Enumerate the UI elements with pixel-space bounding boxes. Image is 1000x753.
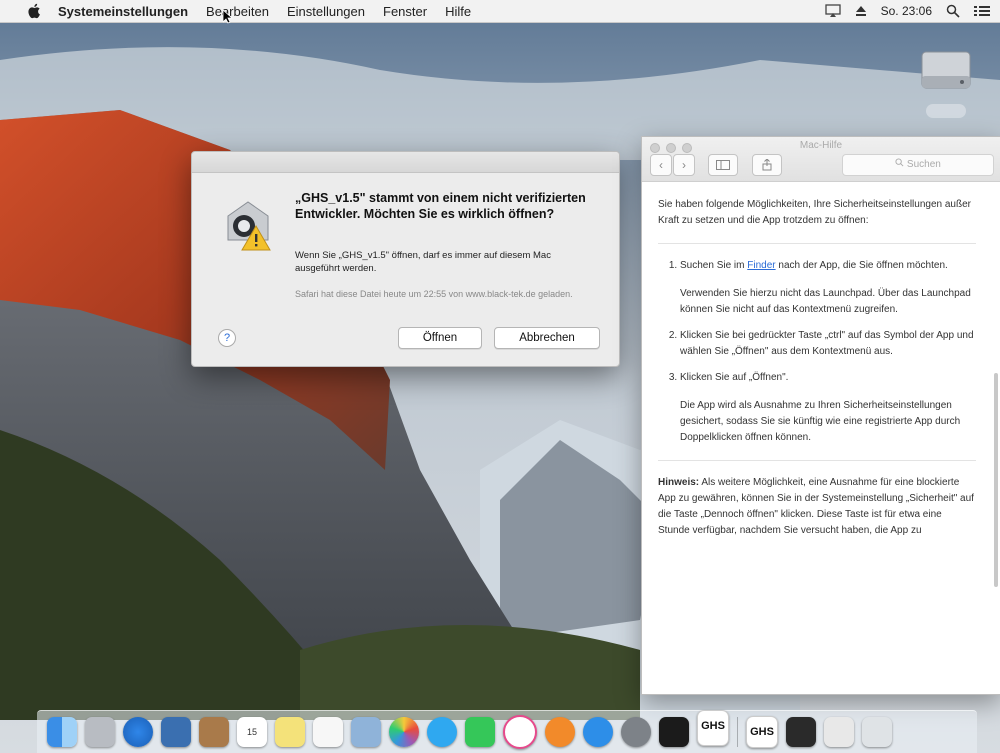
alert-download-source: Safari hat diese Datei heute um 22:55 vo… (295, 289, 573, 299)
messages-icon[interactable] (427, 717, 457, 747)
security-warning-icon (227, 201, 271, 251)
launchpad-icon[interactable] (85, 717, 115, 747)
finder-link[interactable]: Finder (747, 260, 775, 271)
finder-icon[interactable] (47, 717, 77, 747)
menu-app-name[interactable]: Systemeinstellungen (58, 4, 188, 19)
open-button[interactable]: Öffnen (398, 327, 482, 349)
search-placeholder: Suchen (906, 159, 941, 170)
alert-titlebar[interactable] (192, 152, 619, 173)
help-intro: Sie haben folgende Möglichkeiten, Ihre S… (658, 199, 971, 226)
dock-separator (737, 717, 738, 747)
app-store-icon[interactable] (583, 717, 613, 747)
menu-item-bearbeiten[interactable]: Bearbeiten (206, 4, 269, 19)
menu-item-hilfe[interactable]: Hilfe (445, 4, 471, 19)
maps-icon[interactable] (351, 717, 381, 747)
help-note: Hinweis: Als weitere Möglichkeit, eine A… (658, 475, 976, 539)
menu-clock[interactable]: So. 23:06 (881, 4, 932, 18)
photos-icon[interactable] (389, 717, 419, 747)
menu-extras: So. 23:06 (824, 0, 990, 22)
terminal-icon[interactable] (659, 717, 689, 747)
help-step: Klicken Sie bei gedrückter Taste „ctrl" … (680, 328, 976, 360)
menu-item-fenster[interactable]: Fenster (383, 4, 427, 19)
notification-center-icon[interactable] (974, 5, 990, 17)
mail-icon[interactable] (161, 717, 191, 747)
help-step: Suchen Sie im Finder nach der App, die S… (680, 258, 976, 318)
notes-icon[interactable] (275, 717, 305, 747)
system-preferences-icon[interactable] (621, 717, 651, 747)
share-button[interactable] (752, 154, 782, 176)
help-search-field[interactable]: Suchen (842, 154, 994, 176)
airplay-display-icon[interactable] (824, 4, 841, 18)
ghs-download-icon[interactable]: GHS (746, 716, 778, 748)
reminders-icon[interactable] (313, 717, 343, 747)
help-article: Sie haben folgende Möglichkeiten, Ihre S… (658, 197, 976, 547)
share-icon (762, 158, 772, 171)
divider (658, 243, 976, 244)
unverified-developer-alert: „GHS_v1.5" stammt von einem nicht verifi… (191, 151, 620, 367)
mouse-cursor-icon (223, 10, 233, 24)
back-button[interactable]: ‹ (650, 154, 672, 176)
alert-info-text: Wenn Sie „GHS_v1.5" öffnen, darf es imme… (295, 250, 551, 274)
alert-heading: „GHS_v1.5" stammt von einem nicht verifi… (295, 191, 586, 221)
window-preview-icon[interactable] (786, 717, 816, 747)
note-text: Als weitere Möglichkeit, eine Ausnahme f… (658, 477, 974, 536)
help-scrollbar[interactable] (994, 373, 998, 587)
cancel-button[interactable]: Abbrechen (494, 327, 600, 349)
help-steps: Suchen Sie im Finder nach der App, die S… (658, 258, 976, 446)
contacts-icon[interactable] (199, 717, 229, 747)
help-toolbar: Mac-Hilfe ‹ › Suchen (642, 137, 1000, 182)
spotlight-search-icon[interactable] (946, 4, 960, 18)
step1-text-pre: Suchen Sie im (680, 260, 748, 271)
itunes-icon[interactable] (503, 715, 537, 749)
step1-note: Verwenden Sie hierzu nicht das Launchpad… (680, 288, 971, 315)
menu-bar: Systemeinstellungen Bearbeiten Einstellu… (0, 0, 1000, 23)
help-window-title: Mac-Hilfe (799, 140, 843, 151)
dock: 15 GHS GHS (37, 710, 977, 753)
note-label: Hinweis: (658, 477, 700, 488)
search-icon (895, 158, 904, 167)
step3-note: Die App wird als Ausnahme zu Ihren Siche… (680, 400, 961, 443)
step1-text-post: nach der App, die Sie öffnen möchten. (775, 260, 948, 271)
safari-icon[interactable] (123, 717, 153, 747)
ibooks-icon[interactable] (545, 717, 575, 747)
mac-help-window: Mac-Hilfe ‹ › Suchen Sie haben folgende … (641, 136, 1000, 695)
ghs-app-icon[interactable]: GHS (697, 710, 729, 746)
document-stack-icon[interactable] (824, 717, 854, 747)
help-button[interactable]: ? (218, 329, 236, 347)
forward-button[interactable]: › (673, 154, 695, 176)
step3-text: Klicken Sie auf „Öffnen". (680, 372, 789, 383)
help-step: Klicken Sie auf „Öffnen". Die App wird a… (680, 370, 976, 446)
trash-icon[interactable] (862, 717, 892, 747)
sidebar-icon (716, 160, 730, 170)
eject-icon[interactable] (855, 5, 867, 17)
apple-menu-icon[interactable] (26, 3, 44, 19)
calendar-icon[interactable]: 15 (237, 717, 267, 747)
hard-drive-label (926, 104, 966, 118)
facetime-icon[interactable] (465, 717, 495, 747)
menu-item-einstellungen[interactable]: Einstellungen (287, 4, 365, 19)
hard-drive-icon[interactable] (918, 40, 974, 96)
divider (658, 460, 976, 461)
sidebar-toggle-button[interactable] (708, 154, 738, 176)
